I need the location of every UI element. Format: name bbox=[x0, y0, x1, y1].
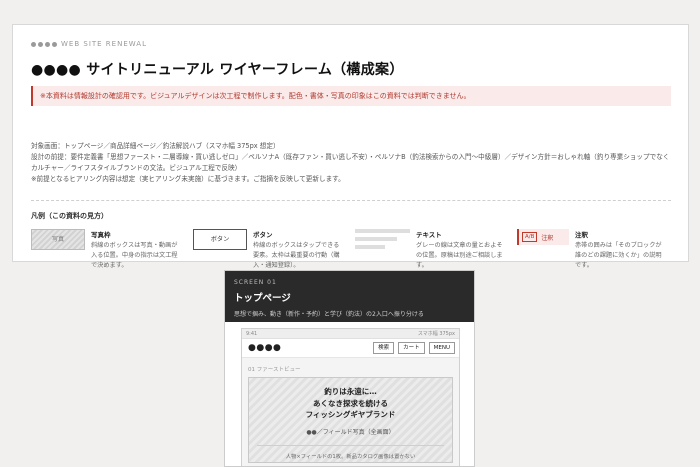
legend-item-desc: グレーの線は文章の量とおよそ の位置。原稿は別途ご相談しま す。 bbox=[416, 242, 503, 269]
section-label: 01 ファーストビュー bbox=[248, 367, 301, 373]
legend-item-title: 写真枠 bbox=[91, 231, 111, 239]
page-title: ●●●● サイトリニューアル ワイヤーフレーム（構成案） bbox=[31, 62, 404, 78]
photo-caption: 人物×フィールドの1枚。新品カタログ画像は置かない bbox=[257, 444, 444, 460]
screen-name: トップページ bbox=[234, 293, 291, 304]
status-width-note: スマホ幅 375px bbox=[417, 331, 455, 337]
legend-item-desc: 斜線のボックスは写真・動画が 入る位置。中身の指示は文工程 で決めます。 bbox=[91, 242, 178, 269]
legend-item-note: A/B 注釈 注釈 赤帯の囲みは「そのブロックが 誰のどの課題に効くか」の説明 です… bbox=[517, 229, 675, 271]
legend-item-title: テキスト bbox=[416, 231, 442, 239]
note-label: 注釈 bbox=[541, 234, 554, 242]
legend-item-photo: 写真 写真枠 斜線のボックスは写真・動画が 入る位置。中身の指示は文工程 で決めます… bbox=[31, 229, 186, 271]
first-view-photo: 釣りは永遠に… あくなき探求を続ける フィッシングギヤブランド ●●／フィールド… bbox=[248, 377, 453, 463]
screen-card: SCREEN 01 トップページ 思想で掴み、動き（新作・予約）と学び（釣法）の… bbox=[224, 270, 475, 467]
document-sheet: WEB SITE RENEWAL ●●●● サイトリニューアル ワイヤーフレーム… bbox=[12, 24, 689, 269]
header-nav: 検索 カート MENU bbox=[373, 342, 455, 354]
screen-header: SCREEN 01 トップページ 思想で掴み、動き（新作・予約）と学び（釣法）の… bbox=[225, 271, 474, 322]
legend-item-title: 注釈 bbox=[575, 231, 588, 239]
text-lines-swatch bbox=[355, 229, 410, 271]
app-header: ●●●● 検索 カート MENU bbox=[242, 339, 459, 358]
meta-block: 対象画面：トップページ／商品詳細ページ／釣法解説ハブ（スマホ幅 375px 想定… bbox=[31, 141, 671, 185]
photo-note: ●●／フィールド写真（全画面） bbox=[306, 428, 395, 436]
eyebrow-label: WEB SITE RENEWAL bbox=[61, 40, 147, 48]
status-time: 9:41 bbox=[246, 330, 258, 337]
legend-item-desc: 枠線のボックスはタップできる 要素。太枠は最重要の行動（購 入・通知登録）。 bbox=[253, 242, 340, 269]
note-swatch: A/B 注釈 bbox=[517, 229, 569, 245]
legend-item-text: テキスト グレーの線は文章の量とおよそ の位置。原稿は別途ご相談しま す。 bbox=[355, 229, 514, 271]
meta-line: 対象画面：トップページ／商品詳細ページ／釣法解説ハブ（スマホ幅 375px 想定… bbox=[31, 142, 280, 150]
legend-item-button: ボタン ボタン 枠線のボックスはタップできる 要素。太枠は最重要の行動（購 入・通知… bbox=[193, 229, 353, 271]
legend-item-title: ボタン bbox=[253, 231, 273, 239]
search-button[interactable]: 検索 bbox=[373, 342, 395, 354]
meta-line: 設計の前提：要件定義書「思想ファースト・二層導線・買い逃しゼロ」／ペルソナA（既… bbox=[31, 153, 670, 172]
meta-line: ※前提となるヒアリング内容は想定（実ヒアリング未実施）に基づきます。ご指摘を反映… bbox=[31, 175, 345, 183]
eyebrow: WEB SITE RENEWAL bbox=[31, 40, 147, 48]
site-logo[interactable]: ●●●● bbox=[248, 343, 281, 353]
menu-button[interactable]: MENU bbox=[428, 342, 455, 354]
button-swatch: ボタン bbox=[193, 229, 247, 250]
hero-headline: 釣りは永遠に… あくなき探求を続ける フィッシングギヤブランド bbox=[305, 387, 396, 419]
brand-dots-icon bbox=[31, 41, 57, 47]
note-tag: A/B bbox=[522, 232, 538, 242]
status-bar: 9:41 スマホ幅 375px bbox=[242, 329, 459, 339]
phone-frame: 9:41 スマホ幅 375px ●●●● 検索 カート MENU 01 ファース… bbox=[241, 328, 460, 466]
legend-title: 凡例（この資料の見方） bbox=[31, 212, 108, 220]
screen-subtitle: 思想で掴み、動き（新作・予約）と学び（釣法）の2入口へ振り分ける bbox=[234, 311, 424, 318]
notice-banner: ※本資料は情報設計の確認用です。ビジュアルデザインは次工程で制作します。配色・書… bbox=[31, 86, 671, 106]
screen-label: SCREEN 01 bbox=[234, 279, 277, 286]
photo-swatch: 写真 bbox=[31, 229, 85, 250]
cart-button[interactable]: カート bbox=[398, 342, 425, 354]
divider bbox=[31, 200, 671, 201]
legend-item-desc: 赤帯の囲みは「そのブロックが 誰のどの課題に効くか」の説明 です。 bbox=[575, 242, 662, 269]
